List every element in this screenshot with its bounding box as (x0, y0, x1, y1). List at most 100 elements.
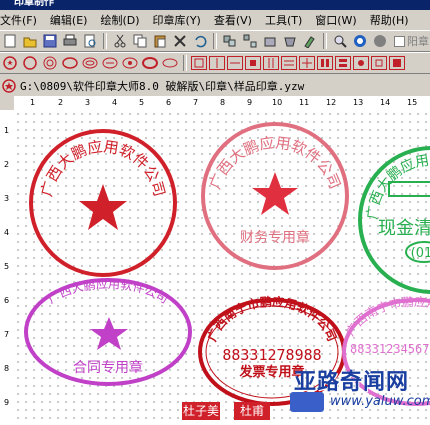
square-seal-icon[interactable] (335, 56, 351, 70)
save-icon[interactable] (42, 33, 58, 49)
open-folder-icon[interactable] (22, 33, 38, 49)
square-seal-icon[interactable] (371, 56, 387, 70)
square-seal-icon[interactable] (389, 56, 405, 70)
seal-number-text: 88331234567 (350, 342, 429, 356)
ellipse-seal-icon[interactable] (62, 55, 78, 71)
print-preview-icon[interactable] (82, 33, 98, 49)
ellipse-seal-icon[interactable] (82, 55, 98, 71)
send-back-icon[interactable] (282, 33, 298, 49)
name-seal-text: 杜子美 (183, 403, 219, 418)
ruler-tick-label: 9 (4, 398, 10, 407)
delete-icon[interactable] (172, 33, 188, 49)
square-seal-icon[interactable] (245, 56, 261, 70)
square-seal-icon[interactable] (227, 56, 243, 70)
seal-bottom-text: 财务专用章 (240, 229, 310, 246)
name-seal-text: 杜甫 (240, 403, 264, 418)
square-seal-icon[interactable] (191, 56, 207, 70)
ungroup-icon[interactable] (242, 33, 258, 49)
ellipse-seal-icon[interactable] (102, 55, 118, 71)
watermark: 亚路奇闻网 www.yaluw.com (290, 362, 430, 416)
menu-bar: 文件(F) 编辑(E) 绘制(D) 印章库(Y) 查看(V) 工具(T) 窗口(… (0, 10, 430, 30)
ruler-tick-label: 5 (139, 98, 145, 107)
about-icon[interactable] (372, 33, 388, 49)
ruler-tick-label: 5 (4, 262, 10, 271)
help-icon[interactable] (352, 33, 368, 49)
oval-seal-1[interactable]: 广西大鹏应用软件公司 合同专用章 (24, 276, 192, 386)
ruler-tick-label: 12 (326, 98, 337, 107)
ruler-tick-label: 3 (4, 194, 10, 203)
name-seal-2[interactable]: 杜甫 (234, 402, 270, 420)
shape-toolbar (0, 52, 430, 74)
document-title-bar: G:\0809\软件印章大师8.0 破解版\印章\样品印章.yzw (0, 76, 430, 96)
positive-stamp-checkbox[interactable]: 阳章 (394, 33, 429, 49)
star-icon (79, 184, 127, 230)
ruler-tick-label: 11 (299, 98, 310, 107)
paint-icon[interactable] (302, 33, 318, 49)
menu-stamp-library[interactable]: 印章库(Y) (147, 12, 208, 28)
star-icon (90, 317, 128, 350)
copy-icon[interactable] (132, 33, 148, 49)
ruler-tick-label: 6 (4, 296, 10, 305)
ruler-tick-label: 7 (4, 330, 10, 339)
seal-arc-text: 广西南宁市鹏应用软件公司 (343, 294, 430, 339)
menu-tools[interactable]: 工具(T) (259, 12, 309, 28)
print-icon[interactable] (62, 33, 78, 49)
zoom-icon[interactable] (332, 33, 348, 49)
menu-view[interactable]: 查看(V) (208, 12, 259, 28)
ellipse-seal-icon[interactable] (122, 55, 138, 71)
ruler-tick-label: 1 (4, 126, 10, 135)
ruler-tick-label: 4 (112, 98, 118, 107)
ruler-tick-label: 9 (247, 98, 253, 107)
ruler-tick-label: 8 (4, 364, 10, 373)
document-path: G:\0809\软件印章大师8.0 破解版\印章\样品印章.yzw (20, 80, 305, 93)
circle-seal-icon[interactable] (2, 55, 18, 71)
new-file-icon[interactable] (2, 33, 18, 49)
circle-seal-icon[interactable] (42, 55, 58, 71)
menu-file[interactable]: 文件(F) (0, 12, 44, 28)
square-seal-icon[interactable] (299, 56, 315, 70)
main-toolbar: 阳章 阴 (0, 30, 430, 52)
name-seal-1[interactable]: 杜子美 (182, 402, 220, 420)
round-seal-1[interactable]: 广西大鹏应用软件公司 (29, 129, 177, 277)
watermark-url: www.yaluw.com (330, 394, 430, 409)
square-seal-icon[interactable] (317, 56, 333, 70)
ruler-tick-label: 15 (407, 98, 418, 107)
watermark-name: 亚路奇闻网 (294, 369, 410, 395)
ruler-tick-label: 6 (166, 98, 172, 107)
ellipse-seal-icon[interactable] (162, 55, 178, 71)
ellipse-seal-icon[interactable] (142, 55, 158, 71)
ruler-tick-label: 10 (272, 98, 283, 107)
group-icon[interactable] (222, 33, 238, 49)
positive-stamp-label: 阳章 (407, 35, 429, 48)
menu-draw[interactable]: 绘制(D) (94, 12, 146, 28)
seal-code-text: (01) (411, 246, 430, 261)
ruler-tick-label: 3 (85, 98, 91, 107)
ruler-tick-label: 14 (380, 98, 391, 107)
horizontal-ruler: 1 2 3 4 5 6 7 8 9 10 11 12 13 14 15 (14, 96, 430, 111)
document-icon (2, 79, 16, 93)
vertical-ruler: 1 2 3 4 5 6 7 8 9 (0, 110, 15, 425)
undo-icon[interactable] (192, 33, 208, 49)
ruler-tick-label: 8 (220, 98, 226, 107)
round-seal-2[interactable]: 广西大鹏应用软件公司 财务专用章 (201, 122, 349, 270)
title-bar: 印章制作 (0, 0, 430, 10)
square-seal-icon[interactable] (281, 56, 297, 70)
square-seal-icon[interactable] (263, 56, 279, 70)
menu-help[interactable]: 帮助(H) (364, 12, 416, 28)
menu-window[interactable]: 窗口(W) (309, 12, 363, 28)
ruler-tick-label: 2 (58, 98, 64, 107)
square-seal-icon[interactable] (209, 56, 225, 70)
paste-icon[interactable] (152, 33, 168, 49)
checkbox-box[interactable] (394, 35, 405, 47)
square-seal-icon[interactable] (353, 56, 369, 70)
star-icon (252, 172, 298, 215)
circle-seal-icon[interactable] (22, 55, 38, 71)
seal-line-text: 现金清 (378, 218, 430, 239)
ruler-tick-label: 2 (4, 160, 10, 169)
cut-icon[interactable] (112, 33, 128, 49)
ruler-tick-label: 4 (4, 228, 10, 237)
ruler-tick-label: 7 (193, 98, 199, 107)
menu-edit[interactable]: 编辑(E) (44, 12, 95, 28)
window-title: 印章制作 (14, 0, 54, 8)
bring-front-icon[interactable] (262, 33, 278, 49)
